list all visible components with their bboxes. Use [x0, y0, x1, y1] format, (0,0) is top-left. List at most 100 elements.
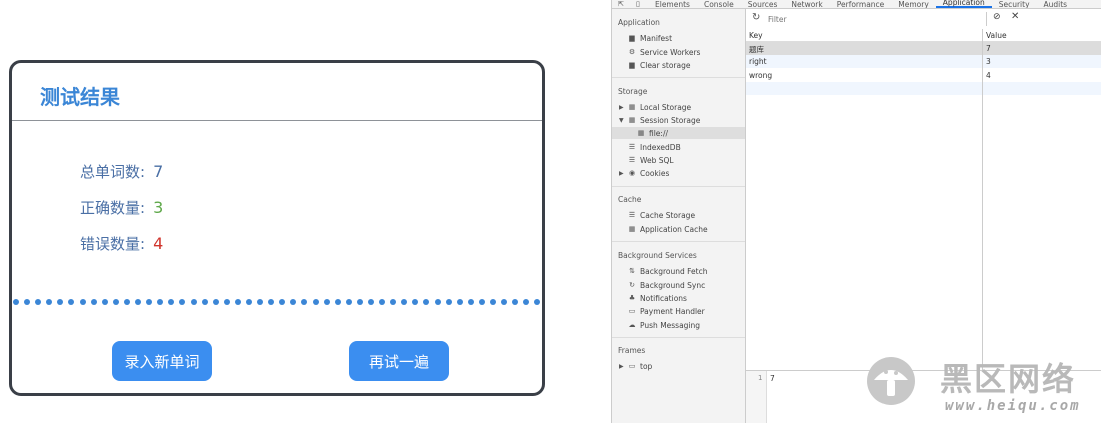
- section-background-services: Background Services: [618, 251, 697, 260]
- table-row[interactable]: wrong 4: [746, 69, 1101, 82]
- divider-dot: [13, 299, 19, 305]
- divider-dot: [368, 299, 374, 305]
- divider-dot: [68, 299, 75, 305]
- sidebar-item-local-storage[interactable]: ▶ ▦ Local Storage: [619, 101, 691, 113]
- card-title: 测试结果: [40, 85, 120, 109]
- sidebar-divider: [612, 77, 745, 78]
- credit-card-icon: ▭: [628, 307, 636, 315]
- row-key: right: [749, 57, 767, 66]
- sidebar-item-service-workers[interactable]: ⚙ Service Workers: [627, 46, 701, 58]
- row-key: wrong: [749, 71, 773, 80]
- divider-dot: [401, 299, 408, 305]
- sidebar-item-label: Clear storage: [640, 60, 691, 70]
- divider-dot: [478, 299, 485, 305]
- divider-dot: [79, 299, 86, 305]
- stat-total: 总单词数: 7: [80, 161, 163, 182]
- divider-dot: [35, 299, 42, 305]
- sidebar-item-label: Manifest: [640, 33, 673, 43]
- divider-dot: [434, 299, 441, 305]
- sidebar-item-notifications[interactable]: ♣ Notifications: [627, 292, 687, 304]
- tab-console[interactable]: Console: [697, 1, 741, 8]
- sidebar-item-application-cache[interactable]: ▦ Application Cache: [627, 223, 708, 235]
- divider-dot: [456, 299, 463, 305]
- tab-memory[interactable]: Memory: [891, 1, 936, 8]
- sidebar-item-manifest[interactable]: ▆ Manifest: [627, 32, 672, 44]
- divider-dot: [345, 299, 352, 305]
- tab-sources[interactable]: Sources: [741, 1, 785, 8]
- collapse-arrow-icon[interactable]: ▼: [619, 117, 625, 124]
- sidebar-item-label: IndexedDB: [640, 142, 681, 152]
- column-header-value[interactable]: Value: [986, 31, 1007, 40]
- delete-selected-icon[interactable]: ✕: [1011, 11, 1019, 22]
- sidebar-item-label: Notifications: [640, 293, 687, 303]
- file-icon: ▆: [629, 34, 635, 42]
- sidebar-item-push-messaging[interactable]: ☁ Push Messaging: [627, 319, 701, 331]
- add-word-button[interactable]: 录入新单词: [112, 341, 212, 381]
- stat-wrong-label: 错误数量:: [80, 235, 146, 253]
- sidebar-item-frame-top[interactable]: ▶ ▭ top: [619, 360, 653, 372]
- clear-all-icon[interactable]: ⊘: [993, 12, 1001, 22]
- divider-dot: [46, 299, 53, 305]
- grid-icon: ▦: [637, 129, 645, 137]
- sidebar-item-background-sync[interactable]: ↻ Background Sync: [627, 279, 705, 291]
- stat-correct-label: 正确数量:: [80, 199, 146, 217]
- sidebar-item-label: Application Cache: [640, 224, 708, 234]
- divider-dot: [523, 299, 530, 305]
- up-down-arrows-icon: ⇅: [629, 267, 635, 275]
- divider-dot: [356, 299, 363, 305]
- divider-dot: [490, 299, 497, 305]
- divider-dot: [123, 299, 130, 305]
- sidebar-item-label: Background Fetch: [640, 266, 708, 276]
- preview-value: 7: [770, 374, 775, 383]
- sidebar-item-label: top: [640, 361, 653, 371]
- sidebar-item-label: Cache Storage: [640, 210, 696, 220]
- devtools-tabbar: ⇱ ▯ Elements Console Sources Network Per…: [612, 0, 1101, 9]
- tab-audits[interactable]: Audits: [1037, 1, 1075, 8]
- retry-button[interactable]: 再试一遍: [349, 341, 449, 381]
- divider-dot: [223, 299, 230, 305]
- filter-input[interactable]: [768, 13, 978, 25]
- divider-dot: [146, 299, 153, 305]
- table-row-empty: [746, 82, 1101, 95]
- sidebar-divider: [612, 337, 745, 338]
- section-cache: Cache: [618, 195, 642, 204]
- divider-dot: [445, 299, 452, 305]
- sidebar-item-cache-storage[interactable]: ☰ Cache Storage: [627, 209, 695, 221]
- sidebar-item-background-fetch[interactable]: ⇅ Background Fetch: [627, 265, 707, 277]
- divider-dot: [101, 299, 108, 305]
- expand-arrow-icon[interactable]: ▶: [619, 170, 625, 177]
- tab-network[interactable]: Network: [784, 1, 829, 8]
- sidebar-item-payment-handler[interactable]: ▭ Payment Handler: [627, 305, 705, 317]
- tab-elements[interactable]: Elements: [648, 1, 697, 8]
- tab-performance[interactable]: Performance: [830, 1, 892, 8]
- divider-dot: [279, 299, 286, 305]
- inspect-icon[interactable]: ⇱: [618, 1, 630, 8]
- tab-application[interactable]: Application: [935, 0, 992, 8]
- column-divider[interactable]: [982, 29, 983, 371]
- expand-arrow-icon[interactable]: ▶: [619, 363, 625, 370]
- refresh-icon[interactable]: ↻: [752, 12, 760, 23]
- sidebar-item-web-sql[interactable]: ☰ Web SQL: [627, 154, 674, 166]
- tab-security[interactable]: Security: [992, 1, 1037, 8]
- sidebar-item-indexeddb[interactable]: ☰ IndexedDB: [627, 141, 681, 153]
- database-icon: ☰: [628, 211, 636, 219]
- trash-icon: ▆: [629, 61, 635, 69]
- divider-dot: [90, 299, 97, 305]
- stat-total-label: 总单词数:: [80, 163, 146, 181]
- cookie-icon: ◉: [628, 169, 636, 177]
- line-number-gutter: [746, 371, 767, 423]
- device-toggle-icon[interactable]: ▯: [636, 1, 648, 8]
- column-header-key[interactable]: Key: [749, 31, 763, 40]
- row-key: 题库: [749, 45, 764, 54]
- divider-dot: [257, 299, 264, 305]
- table-row[interactable]: right 3: [746, 55, 1101, 68]
- sidebar-divider: [612, 186, 745, 187]
- divider-dot: [301, 299, 308, 305]
- sidebar-item-session-storage[interactable]: ▼ ▦ Session Storage: [619, 114, 700, 126]
- sidebar-item-cookies[interactable]: ▶ ◉ Cookies: [619, 167, 669, 179]
- expand-arrow-icon[interactable]: ▶: [619, 104, 625, 111]
- table-row[interactable]: 题库 7: [746, 42, 1101, 55]
- sidebar-item-file-origin[interactable]: ▦ file://: [636, 127, 668, 139]
- sidebar-item-clear-storage[interactable]: ▆ Clear storage: [627, 59, 691, 71]
- section-storage: Storage: [618, 87, 648, 96]
